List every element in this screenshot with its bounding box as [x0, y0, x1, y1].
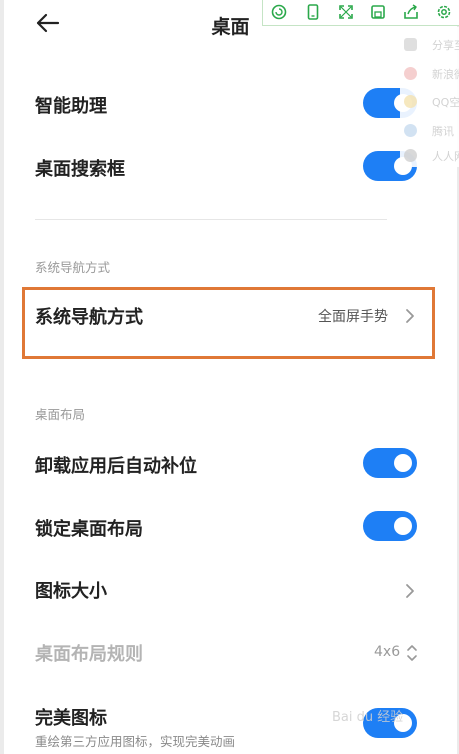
qzone-icon [404, 95, 417, 108]
fullscreen-icon[interactable] [337, 3, 355, 21]
qrcode-icon [404, 38, 417, 51]
settings-screen: 桌面 智能助理 桌面搜索框 系统导航方式 系统导航方式 全面屏手势 桌面布局 卸… [4, 0, 457, 754]
share-toolbar [262, 0, 459, 26]
renren-icon [404, 149, 417, 162]
share-item-qzone[interactable]: QQ空 [404, 94, 459, 110]
layout-rule-label: 桌面布局规则 [35, 644, 143, 665]
share-item-tencent[interactable]: 腾讯 [404, 123, 459, 139]
chevron-right-icon [406, 584, 414, 598]
layout-rule-value: 4x6 [374, 644, 401, 660]
perfect-icon-description: 重绘第三方应用图标，实现完美动画 [35, 734, 236, 749]
chevron-updown-icon [407, 645, 417, 661]
smart-assistant-label: 智能助理 [35, 96, 107, 117]
share-item-qrcode[interactable]: 分享至 [404, 37, 459, 53]
lock-layout-label: 锁定桌面布局 [35, 519, 143, 540]
auto-fill-toggle[interactable] [363, 448, 417, 478]
layout-section-title: 桌面布局 [35, 407, 86, 422]
divider [35, 219, 387, 220]
lock-layout-toggle[interactable] [363, 511, 417, 541]
row-smart-assistant: 智能助理 [4, 84, 457, 124]
weibo-icon [404, 67, 417, 80]
share-item-weibo[interactable]: 新浪微 [404, 66, 459, 82]
phone-icon[interactable] [304, 3, 322, 21]
row-icon-size[interactable]: 图标大小 [4, 573, 457, 609]
nav-section-title: 系统导航方式 [35, 260, 111, 275]
highlight-box [22, 287, 435, 359]
baidu-watermark: Bai du 经验 [332, 710, 404, 725]
gear-icon[interactable] [435, 3, 453, 21]
toggle-knob [394, 454, 412, 472]
auto-fill-label: 卸载应用后自动补位 [35, 456, 197, 477]
row-auto-fill: 卸载应用后自动补位 [4, 446, 457, 486]
row-desktop-search: 桌面搜索框 [4, 146, 457, 186]
toggle-knob [394, 517, 412, 535]
share-icon[interactable] [402, 3, 420, 21]
search-icon[interactable] [270, 3, 288, 21]
tencent-icon [404, 124, 417, 137]
share-item-renren[interactable]: 人人网 [404, 148, 459, 164]
save-icon[interactable] [369, 3, 387, 21]
share-panel: 分享至 新浪微 QQ空 腾讯 人人网 [400, 27, 459, 167]
desktop-search-label: 桌面搜索框 [35, 159, 125, 180]
row-layout-rule: 桌面布局规则 4x6 [4, 636, 457, 672]
row-lock-layout: 锁定桌面布局 [4, 509, 457, 549]
perfect-icon-label: 完美图标 [35, 708, 107, 729]
icon-size-label: 图标大小 [35, 581, 107, 602]
